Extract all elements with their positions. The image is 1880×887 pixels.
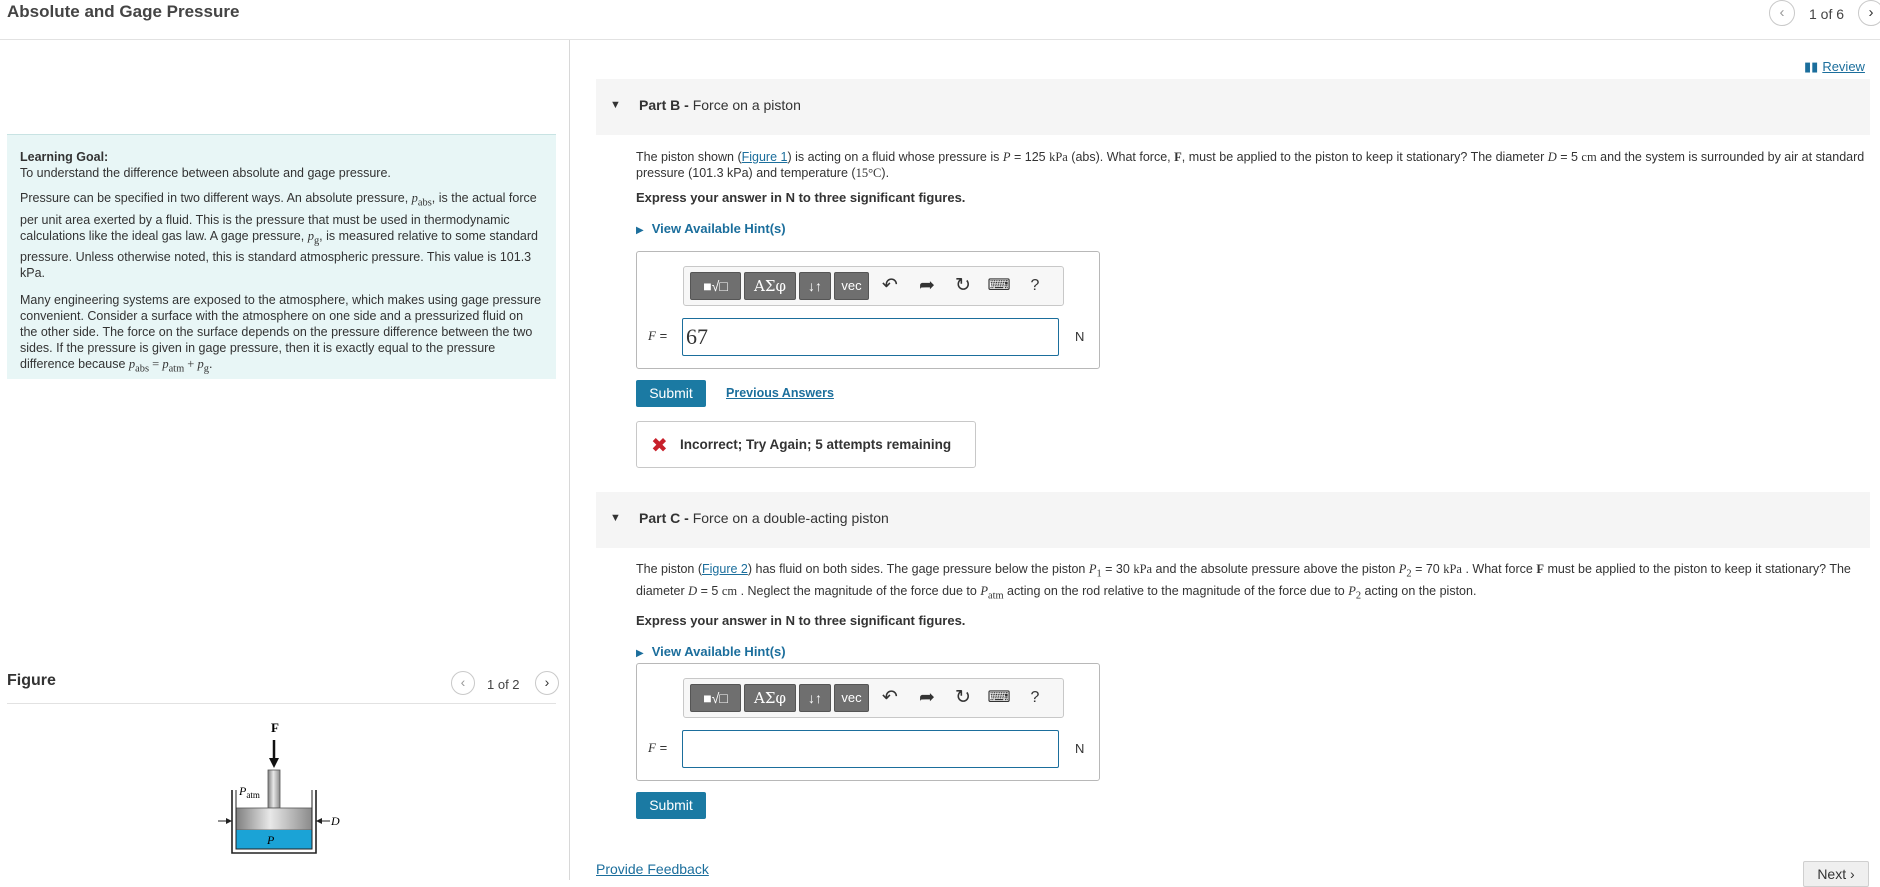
close-x-icon: ✖	[651, 435, 668, 457]
part-c-question: The piston (Figure 2) has fluid on both …	[636, 562, 1851, 601]
part-c-instruction: Express your answer in N to three signif…	[636, 613, 966, 628]
piston-rod	[267, 769, 281, 809]
part-b-answer-input[interactable]	[682, 318, 1059, 356]
learning-goal-panel: Learning Goal: To understand the differe…	[7, 134, 556, 379]
undo-icon[interactable]: ↶	[877, 685, 903, 711]
figure-header: Figure ‹ 1 of 2 ›	[7, 668, 559, 704]
undo-icon[interactable]: ↶	[877, 273, 903, 299]
part-c-body: The piston (Figure 2) has fluid on both …	[636, 561, 1866, 659]
part-b-title: Force on a piston	[692, 97, 801, 113]
part-b-header[interactable]: ▼ Part B - Force on a piston	[596, 79, 1870, 135]
redo-icon[interactable]: ➦	[914, 685, 940, 711]
keyboard-icon[interactable]: ⌨	[986, 273, 1012, 299]
part-b-answer-box: ■√□ ΑΣφ ↓↑ vec ↶ ➦ ↻ ⌨ ? F = N	[636, 251, 1100, 369]
learning-goal-paragraph-1: Pressure can be specified in two differe…	[20, 191, 538, 280]
part-b-label: Part B	[639, 97, 681, 113]
diameter-arrowhead-left	[226, 818, 232, 824]
part-b-hint-toggle[interactable]: ▶ View Available Hint(s)	[636, 221, 1866, 236]
reset-icon[interactable]: ↻	[950, 685, 976, 711]
feedback-text: Incorrect; Try Again; 5 attempts remaini…	[680, 437, 952, 452]
part-c-label: Part C	[639, 510, 681, 526]
collapse-caret-icon: ▼	[610, 512, 621, 524]
templates-button[interactable]: ■√□	[690, 684, 741, 712]
math-toolbar: ■√□ ΑΣφ ↓↑ vec ↶ ➦ ↻ ⌨ ?	[683, 266, 1064, 306]
help-button[interactable]: ?	[1022, 685, 1048, 711]
column-divider	[569, 40, 570, 880]
subscript-button[interactable]: ↓↑	[799, 272, 831, 300]
review-link[interactable]: ▮▮ Review	[1804, 59, 1865, 75]
caret-right-icon: ▶	[636, 648, 644, 659]
learning-goal-paragraph-2: Many engineering systems are exposed to …	[20, 293, 542, 375]
vector-button[interactable]: vec	[834, 272, 869, 300]
chevron-right-icon: ›	[544, 674, 550, 690]
part-b-body: The piston shown (Figure 1) is acting on…	[636, 149, 1866, 236]
help-button[interactable]: ?	[1022, 273, 1048, 299]
symbols-button[interactable]: ΑΣφ	[744, 684, 796, 712]
answer-unit-label: N	[1075, 741, 1085, 756]
part-c-header[interactable]: ▼ Part C - Force on a double-acting pist…	[596, 492, 1870, 548]
learning-goal-heading: Learning Goal:	[20, 150, 109, 164]
part-c-title: Force on a double-acting piston	[692, 510, 889, 526]
figure-counter: 1 of 2	[487, 677, 520, 692]
collapse-caret-icon: ▼	[610, 99, 621, 111]
reset-icon[interactable]: ↻	[950, 273, 976, 299]
part-c-answer-input[interactable]	[682, 730, 1059, 768]
next-item-button[interactable]: ›	[1858, 0, 1880, 26]
subscript-button[interactable]: ↓↑	[799, 684, 831, 712]
provide-feedback-link[interactable]: Provide Feedback	[596, 861, 709, 877]
piston-figure: F Patm D P	[218, 720, 340, 854]
figure-prev-button[interactable]: ‹	[451, 671, 475, 695]
figure-force-label: F	[271, 720, 279, 735]
part-b-feedback: ✖ Incorrect; Try Again; 5 attempts remai…	[636, 421, 976, 468]
chevron-right-icon: ›	[1868, 4, 1874, 21]
symbols-button[interactable]: ΑΣφ	[744, 272, 796, 300]
answer-unit-label: N	[1075, 329, 1085, 344]
redo-icon[interactable]: ➦	[914, 273, 940, 299]
book-icon: ▮▮	[1804, 59, 1819, 74]
templates-button[interactable]: ■√□	[690, 272, 741, 300]
page-title: Absolute and Gage Pressure	[7, 2, 240, 21]
item-counter: 1 of 6	[1809, 6, 1845, 22]
chevron-left-icon: ‹	[460, 674, 466, 690]
prev-item-button[interactable]: ‹	[1769, 0, 1795, 26]
math-toolbar: ■√□ ΑΣφ ↓↑ vec ↶ ➦ ↻ ⌨ ?	[683, 678, 1064, 718]
force-arrowhead	[269, 758, 279, 768]
figure-title: Figure	[7, 672, 56, 689]
part-b-question: The piston shown (Figure 1) is acting on…	[636, 150, 1865, 180]
figure-diameter-label: D	[330, 814, 340, 828]
figure-pressure-label: P	[266, 833, 275, 847]
part-b-submit-button[interactable]: Submit	[636, 380, 706, 407]
keyboard-icon[interactable]: ⌨	[986, 685, 1012, 711]
page-header: Absolute and Gage Pressure ‹ 1 of 6 ›	[0, 0, 1880, 40]
figure-2-link[interactable]: Figure 2	[702, 562, 748, 576]
answer-variable-label: F =	[648, 328, 668, 343]
part-b-instruction: Express your answer in N to three signif…	[636, 190, 966, 205]
answer-variable-label: F =	[648, 740, 668, 755]
chevron-left-icon: ‹	[1779, 4, 1785, 21]
caret-right-icon: ▶	[636, 225, 644, 236]
part-c-submit-button[interactable]: Submit	[636, 792, 706, 819]
figure-1-link[interactable]: Figure 1	[742, 150, 788, 164]
next-button[interactable]: Next ›	[1803, 861, 1869, 887]
piston-head	[235, 807, 313, 831]
figure-next-button[interactable]: ›	[535, 671, 559, 695]
figure-atm-label: Patm	[238, 784, 260, 800]
previous-answers-link[interactable]: Previous Answers	[726, 386, 834, 400]
learning-goal-text: To understand the difference between abs…	[20, 166, 391, 180]
part-c-hint-toggle[interactable]: ▶ View Available Hint(s)	[636, 644, 1866, 659]
diameter-arrowhead-right	[316, 818, 322, 824]
part-c-answer-box: ■√□ ΑΣφ ↓↑ vec ↶ ➦ ↻ ⌨ ? F = N	[636, 663, 1100, 781]
vector-button[interactable]: vec	[834, 684, 869, 712]
